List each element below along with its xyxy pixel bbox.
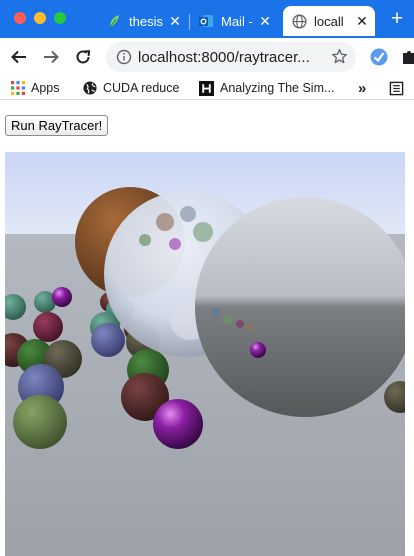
new-tab-button[interactable]: + <box>386 8 408 32</box>
bookmark-label: Apps <box>31 81 60 95</box>
globe-icon <box>291 13 307 29</box>
tab-thesis[interactable]: thesis ✕ <box>98 6 188 36</box>
tab-mail[interactable]: Mail - ✕ <box>190 6 278 36</box>
raytraced-scene-image <box>5 152 405 556</box>
star-icon[interactable] <box>331 48 348 70</box>
reload-icon <box>76 50 91 64</box>
reload-button[interactable] <box>72 46 94 68</box>
close-window-button[interactable] <box>14 12 26 24</box>
window-controls <box>14 12 66 24</box>
bookmark-label: CUDA reduce <box>103 81 180 95</box>
arrow-right-icon <box>44 50 59 64</box>
raytracer-canvas <box>5 152 405 556</box>
address-bar[interactable]: localhost:8000/raytracer... <box>106 42 356 72</box>
tab-title: thesis <box>129 13 163 29</box>
close-icon[interactable]: ✕ <box>258 13 272 30</box>
bookmarks-overflow-button[interactable]: » <box>358 79 366 97</box>
outlook-icon <box>198 13 214 29</box>
run-raytracer-button[interactable]: Run RayTracer! <box>5 115 109 136</box>
extension-icon[interactable] <box>368 46 390 68</box>
bookmark-apps[interactable]: Apps <box>10 79 60 97</box>
tab-localhost[interactable]: locall ✕ <box>283 6 375 36</box>
bookmark-cuda-reduce[interactable]: CUDA reduce <box>82 79 179 97</box>
browser-toolbar: localhost:8000/raytracer... <box>0 38 414 76</box>
zoom-window-button[interactable] <box>54 12 66 24</box>
url-text[interactable]: localhost:8000/raytracer... <box>138 49 310 66</box>
puzzle-icon[interactable] <box>398 46 414 68</box>
globe-icon <box>82 81 97 96</box>
apps-grid-icon <box>10 81 25 96</box>
forward-button[interactable] <box>40 46 62 68</box>
back-button[interactable] <box>8 46 30 68</box>
tab-strip: thesis ✕ Mail - ✕ locall ✕ + <box>0 0 414 38</box>
close-icon[interactable]: ✕ <box>355 13 369 30</box>
info-icon[interactable] <box>116 49 132 70</box>
arrow-left-icon <box>11 50 26 64</box>
close-icon[interactable]: ✕ <box>168 13 182 30</box>
tab-title: locall <box>314 13 344 29</box>
bookmark-analyzing[interactable]: Analyzing The Sim... <box>199 79 334 97</box>
bookmarks-bar: Apps CUDA reduce Analyzing The Sim... » <box>0 76 414 100</box>
bookmark-label: Analyzing The Sim... <box>220 81 335 95</box>
minimize-window-button[interactable] <box>34 12 46 24</box>
reading-list-icon[interactable] <box>389 79 404 97</box>
tab-title: Mail - <box>221 13 253 29</box>
leaf-icon <box>106 13 122 29</box>
hn-icon <box>199 80 214 96</box>
